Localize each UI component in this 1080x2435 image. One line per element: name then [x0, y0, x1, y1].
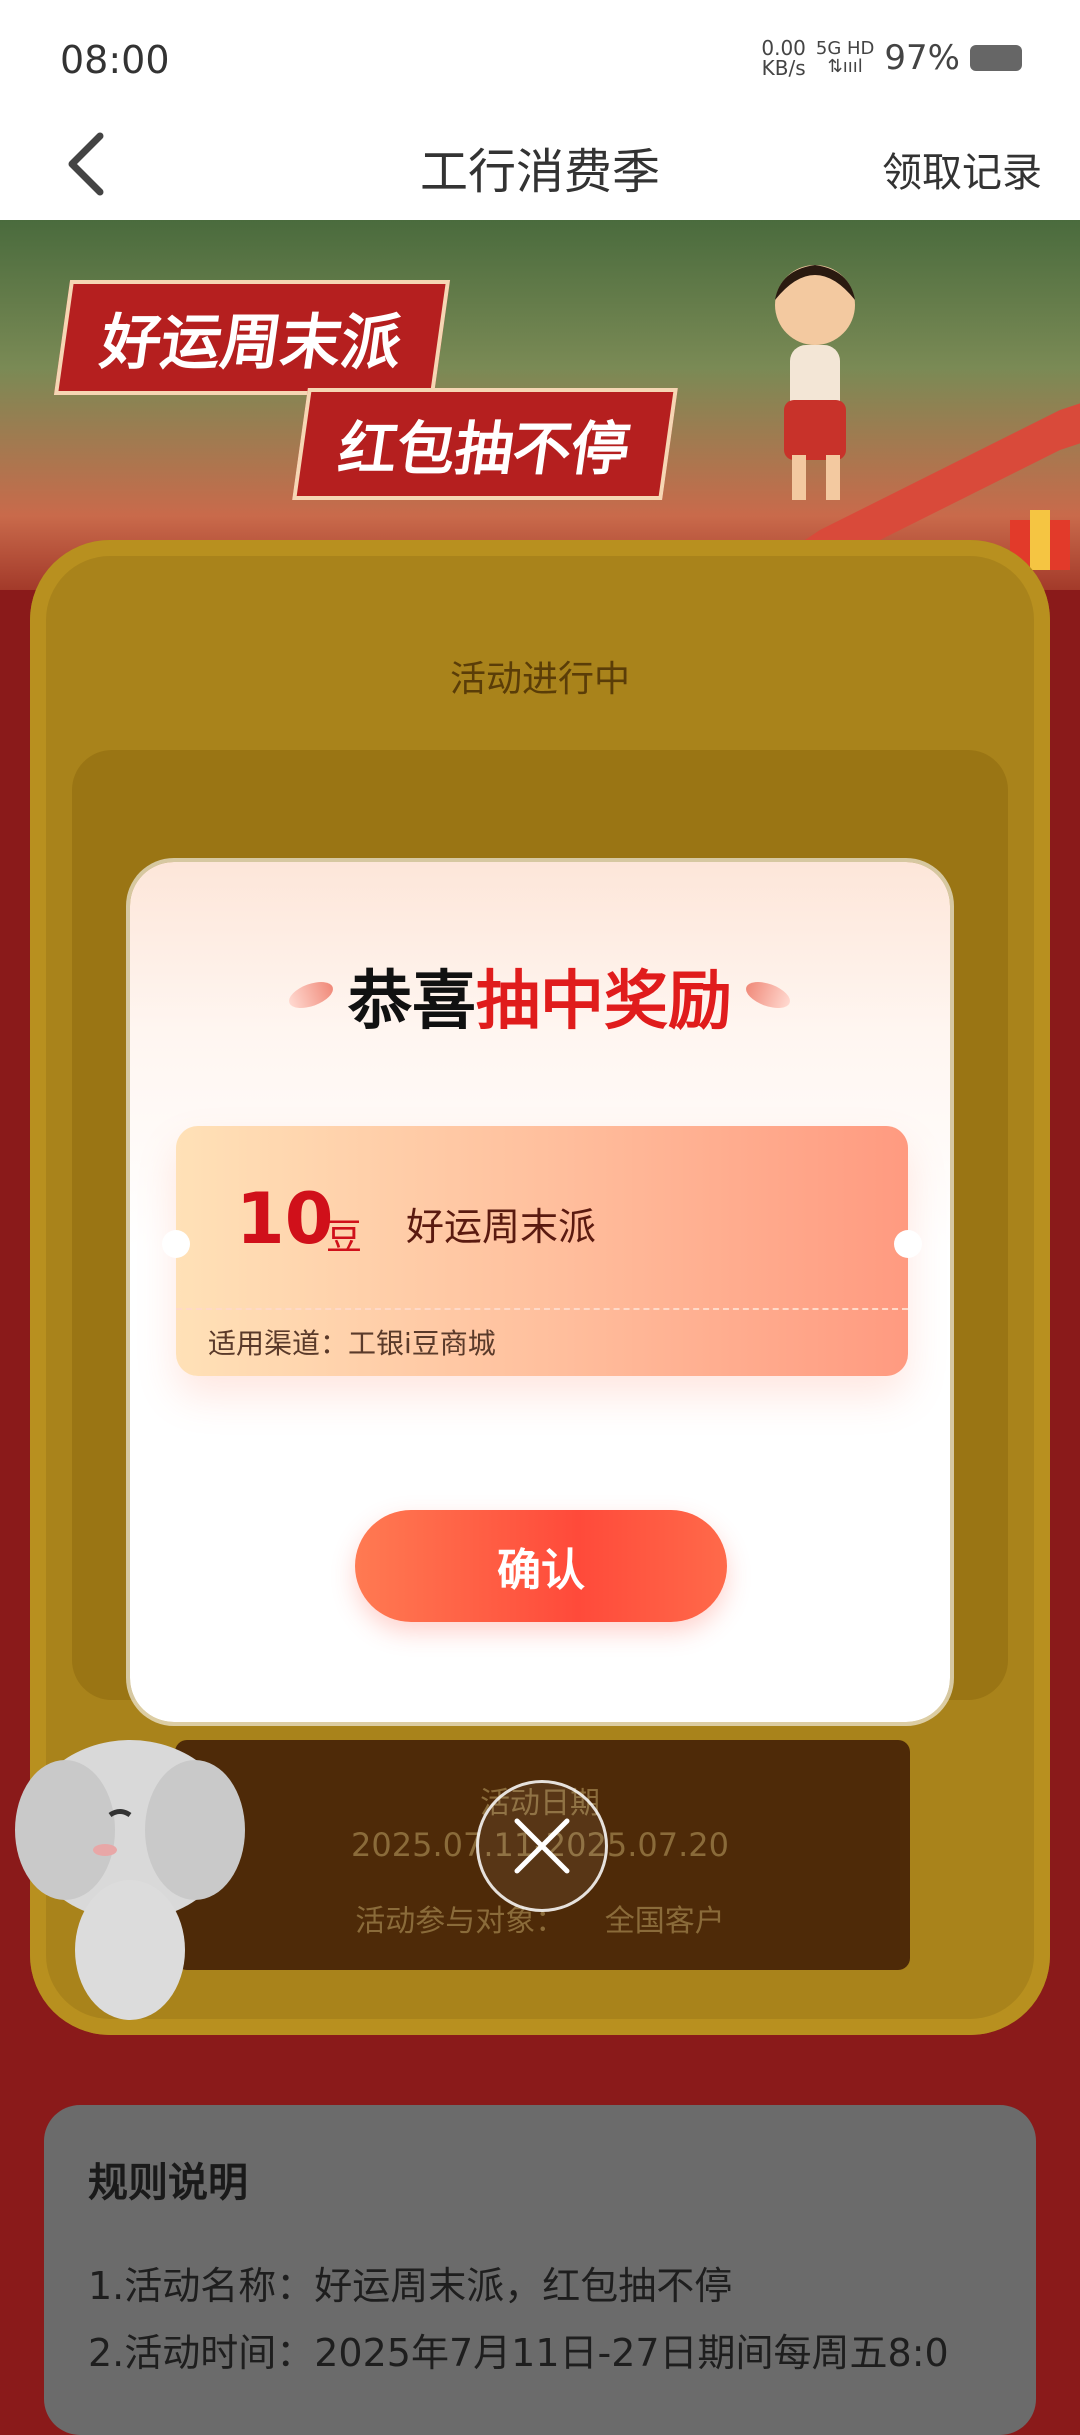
status-indicators: 0.00 KB/s 5G HD ⇅ıııl 97% [761, 38, 1022, 78]
reward-amount: 10 [236, 1178, 334, 1260]
reward-unit: 豆 [326, 1217, 363, 1258]
claim-record-link[interactable]: 领取记录 [882, 140, 1042, 198]
signal-icon: 5G HD ⇅ıııl [815, 38, 875, 77]
battery-icon [970, 45, 1022, 71]
status-bar: 08:00 0.00 KB/s 5G HD ⇅ıııl 97% [0, 0, 1080, 120]
ticket-notch [894, 1230, 922, 1258]
network-speed: 0.00 KB/s [761, 36, 806, 80]
reward-ticket: 10 豆 好运周末派 适用渠道：工银i豆商城 [162, 1126, 922, 1376]
reward-modal: 恭喜抽中奖励 10 豆 好运周末派 适用渠道：工银i豆商城 确认 [130, 862, 950, 1722]
modal-title: 恭喜抽中奖励 [348, 965, 732, 1039]
close-icon [514, 1818, 570, 1874]
battery-percent: 97% [884, 38, 960, 78]
close-button[interactable] [476, 1780, 608, 1912]
confirm-button[interactable]: 确认 [355, 1510, 727, 1622]
ticket-divider [176, 1308, 908, 1310]
reward-channel: 适用渠道：工银i豆商城 [208, 1327, 496, 1360]
status-time: 08:00 [60, 38, 170, 82]
ticket-notch [162, 1230, 190, 1258]
nav-bar: 工行消费季 领取记录 [0, 110, 1080, 220]
reward-name: 好运周末派 [406, 1205, 597, 1249]
